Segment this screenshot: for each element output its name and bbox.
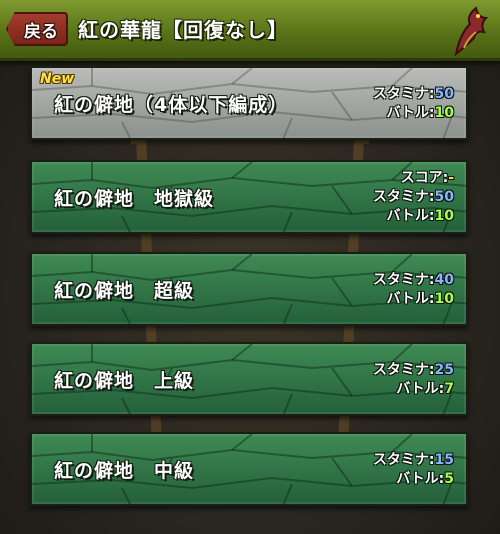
stamina-row-label: スタミナ:	[372, 361, 435, 378]
dungeon-stats: スタミナ:40 バトル:10	[373, 254, 454, 324]
stamina-row-value: 25	[434, 361, 454, 378]
dungeon-stats: スタミナ:15 バトル:5	[373, 434, 454, 504]
dungeon-name: 紅の僻地 中級	[54, 459, 195, 482]
dungeon-stats: スタミナ:50 バトル:10	[373, 68, 454, 138]
score-row: スコア:-	[401, 169, 454, 187]
battle-row: バトル:10	[386, 207, 454, 225]
dungeon-panel[interactable]: 紅の僻地 地獄級 スコア:- スタミナ:50 バトル:10	[30, 160, 468, 234]
header-bar: 戻る 紅の華龍【回復なし】	[0, 0, 500, 61]
battle-row-value: 10	[434, 208, 454, 224]
stamina-row: スタミナ:15	[373, 451, 454, 469]
dungeon-panel[interactable]: 紅の僻地 中級 スタミナ:15 バトル:5	[30, 432, 468, 506]
battle-row-label: バトル:	[396, 380, 445, 397]
score-row-label: スコア:	[400, 170, 449, 186]
stamina-row-value: 15	[434, 451, 454, 468]
battle-row-value: 10	[434, 290, 454, 307]
score-row-value: -	[448, 170, 454, 186]
stamina-row-label: スタミナ:	[372, 85, 435, 102]
stamina-row: スタミナ:50	[373, 85, 454, 103]
back-button[interactable]: 戻る	[6, 12, 68, 46]
battle-row: バトル:7	[396, 380, 454, 398]
battle-row-value: 7	[444, 380, 454, 397]
battle-row: バトル:5	[396, 470, 454, 488]
stamina-row: スタミナ:40	[373, 271, 454, 289]
dungeon-stats: スタミナ:25 バトル:7	[373, 344, 454, 414]
stamina-row-value: 50	[434, 189, 454, 205]
dungeon-name: 紅の僻地 上級	[54, 369, 195, 392]
dragon-emblem-icon	[454, 6, 489, 56]
battle-row-value: 5	[444, 470, 454, 487]
battle-row-label: バトル:	[396, 470, 445, 487]
dungeon-panel[interactable]: 紅の僻地 上級 スタミナ:25 バトル:7	[30, 342, 468, 416]
dungeon-name: 紅の僻地（4体以下編成）	[54, 93, 289, 116]
dungeon-panel[interactable]: 紅の僻地 超級 スタミナ:40 バトル:10	[30, 252, 468, 326]
stamina-row-label: スタミナ:	[372, 451, 435, 468]
stamina-row-label: スタミナ:	[372, 189, 435, 205]
battle-row-label: バトル:	[386, 208, 435, 224]
battle-row-value: 10	[434, 104, 454, 121]
dungeon-stats: スコア:- スタミナ:50 バトル:10	[373, 162, 454, 232]
stamina-row-value: 40	[434, 271, 454, 288]
battle-row-label: バトル:	[386, 104, 435, 121]
battle-row-label: バトル:	[386, 290, 435, 307]
battle-row: バトル:10	[386, 104, 454, 122]
page-title: 紅の華龍【回復なし】	[78, 18, 288, 42]
stamina-row-label: スタミナ:	[372, 271, 435, 288]
stamina-row: スタミナ:50	[373, 188, 454, 206]
stamina-row-value: 50	[434, 85, 454, 102]
dungeon-name: 紅の僻地 超級	[54, 279, 195, 302]
dungeon-panel[interactable]: New 紅の僻地（4体以下編成） スタミナ:50 バトル:10	[30, 66, 468, 140]
dungeon-name: 紅の僻地 地獄級	[54, 187, 215, 210]
battle-row: バトル:10	[386, 290, 454, 308]
stamina-row: スタミナ:25	[373, 361, 454, 379]
